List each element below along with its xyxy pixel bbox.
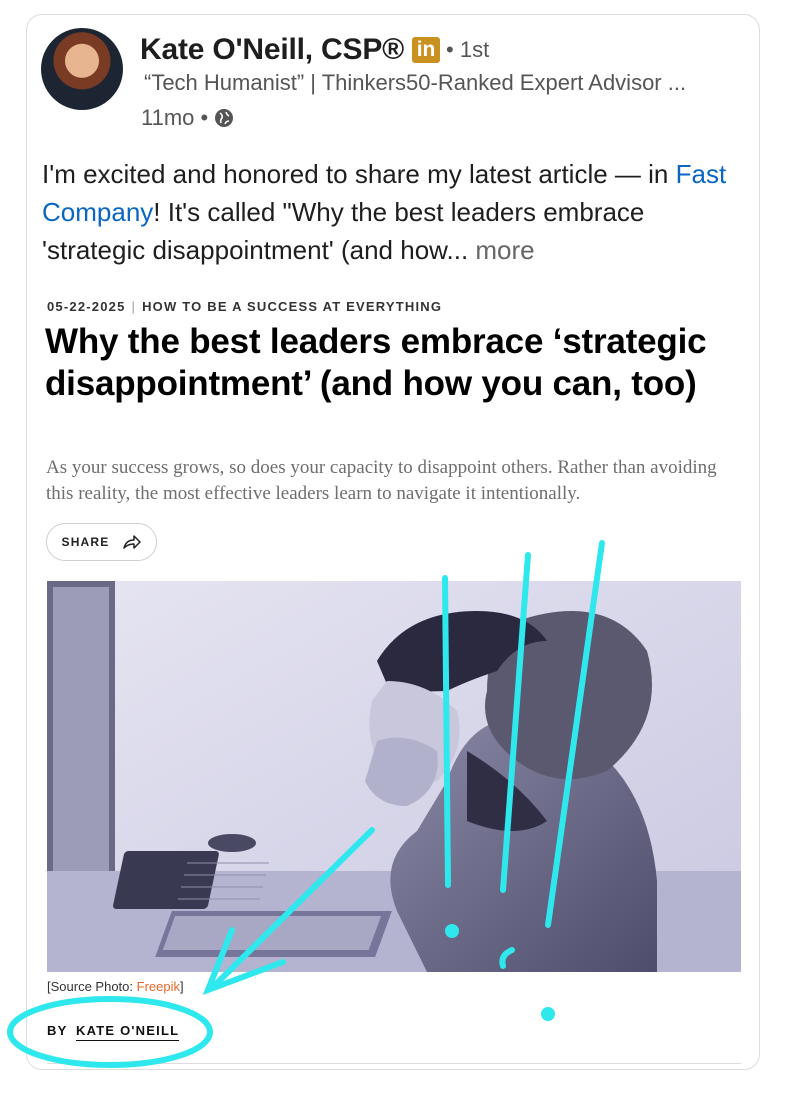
article-dateline: 05-22-2025 | HOW TO BE A SUCCESS AT EVERYT… (47, 299, 442, 314)
author-headline: “Tech Humanist” | Thinkers50-Ranked Expe… (144, 70, 687, 95)
author-avatar[interactable] (41, 28, 123, 110)
post-time: 11mo • (141, 105, 209, 130)
author-name-row: Kate O'Neill, CSP® in • 1st (140, 31, 489, 69)
article-title[interactable]: Why the best leaders embrace ‘strategic … (45, 321, 745, 405)
caption-prefix: [Source Photo: (47, 979, 137, 994)
see-more-link[interactable]: more (468, 235, 534, 265)
post-body: I'm excited and honored to share my late… (42, 155, 742, 269)
post-text-ellipsis: ... (446, 235, 469, 265)
caption-suffix: ] (179, 979, 184, 994)
byline-author-link[interactable]: KATE O'NEILL (76, 1023, 180, 1041)
post-meta: 11mo • (141, 105, 234, 131)
author-name[interactable]: Kate O'Neill, CSP® (140, 33, 404, 67)
post-text-intro: I'm excited and honored to share my late… (42, 159, 676, 189)
globe-icon (215, 109, 234, 127)
photo-credit-link[interactable]: Freepik (137, 979, 180, 994)
article-date: 05-22-2025 (47, 299, 126, 314)
share-arrow-icon (122, 535, 141, 549)
share-label: SHARE (61, 535, 110, 549)
hero-illustration (47, 581, 741, 972)
connection-degree: • 1st (446, 37, 490, 62)
article-section[interactable]: HOW TO BE A SUCCESS AT EVERYTHING (142, 299, 442, 314)
article-dek: As your success grows, so does your capa… (46, 457, 717, 504)
bottom-divider (47, 1063, 741, 1064)
linkedin-post-card: Kate O'Neill, CSP® in • 1st “Tech Humani… (26, 14, 760, 1070)
byline-prefix: BY (47, 1023, 68, 1038)
share-button[interactable]: SHARE (46, 523, 157, 561)
dateline-separator: | (131, 299, 137, 314)
article-hero-photo[interactable] (47, 581, 741, 972)
photo-caption: [Source Photo: Freepik] (47, 979, 184, 994)
article-byline: BY KATE O'NEILL (47, 1023, 180, 1041)
linkedin-badge-icon: in (412, 37, 441, 63)
